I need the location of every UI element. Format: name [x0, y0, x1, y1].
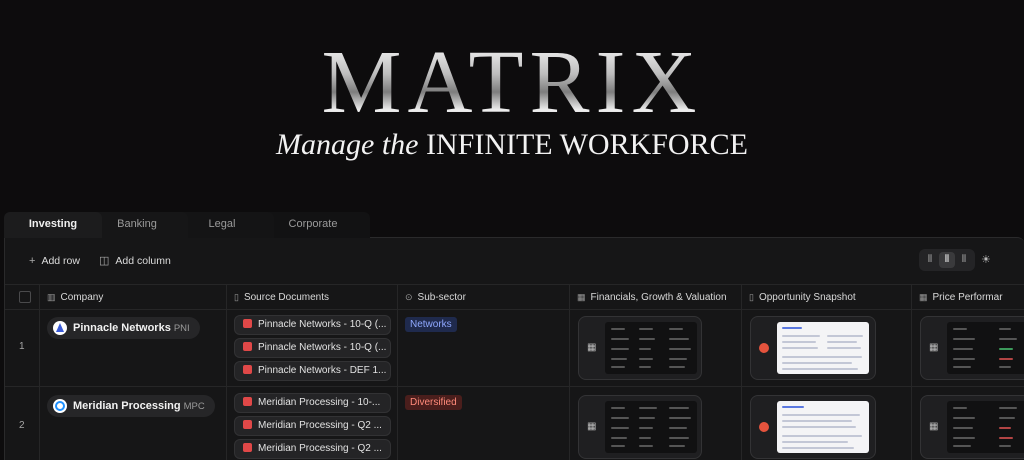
- toolbar: + Add row ◫ Add column ⫴ ⫴ ⫴ ☀: [5, 238, 1024, 284]
- pdf-icon: [243, 397, 252, 406]
- row-number: 2: [19, 420, 25, 431]
- document-icon: ▯: [749, 292, 754, 302]
- column-label: Source Documents: [243, 292, 329, 303]
- select-all-checkbox[interactable]: [19, 291, 31, 303]
- opportunity-snapshot-preview[interactable]: [750, 316, 876, 380]
- document-name: Meridian Processing - Q2 ...: [258, 443, 382, 454]
- document-name: Pinnacle Networks - 10-Q (...: [258, 319, 387, 330]
- table-icon: ▦: [929, 421, 939, 432]
- company-name: Meridian Processing: [73, 400, 181, 412]
- source-document-chip[interactable]: Meridian Processing - Q2 ...: [234, 439, 391, 459]
- snapshot-avatar-icon: [759, 343, 769, 353]
- table-row[interactable]: 1 Pinnacle Networks PNI Pinnacle Networks…: [5, 308, 1024, 387]
- mini-document: [777, 401, 869, 453]
- add-column-button[interactable]: ◫ Add column: [99, 253, 171, 269]
- document-icon: ▯: [234, 292, 239, 302]
- plus-icon: +: [29, 255, 36, 267]
- company-chip[interactable]: Pinnacle Networks PNI: [47, 317, 200, 339]
- view-right-icon[interactable]: ⫴: [956, 252, 972, 268]
- table-icon: ▦: [919, 292, 928, 302]
- mini-document: [777, 322, 869, 374]
- meridian-logo-icon: [53, 399, 67, 413]
- hero-subtitle: Manage the INFINITE WORKFORCE: [0, 130, 1024, 160]
- sub-sector-tag[interactable]: Networks: [405, 317, 457, 332]
- sub-sector-tag[interactable]: Diversified: [405, 395, 462, 410]
- document-name: Meridian Processing - Q2 ...: [258, 420, 382, 431]
- column-header-source-documents[interactable]: ▯ Source Documents: [234, 285, 329, 309]
- mini-table: [947, 322, 1024, 374]
- pdf-icon: [243, 443, 252, 452]
- view-left-icon[interactable]: ⫴: [922, 252, 938, 268]
- document-name: Pinnacle Networks - DEF 1...: [258, 365, 387, 376]
- company-name: Pinnacle Networks: [73, 322, 171, 334]
- add-row-button[interactable]: + Add row: [29, 253, 80, 269]
- building-icon: ▥: [47, 292, 56, 302]
- pdf-icon: [243, 342, 252, 351]
- ticker: PNI: [173, 323, 190, 334]
- document-name: Pinnacle Networks - 10-Q (...: [258, 342, 387, 353]
- matrix-panel: + Add row ◫ Add column ⫴ ⫴ ⫴ ☀ ▥ Company ▯ S…: [4, 237, 1024, 460]
- source-document-chip[interactable]: Pinnacle Networks - DEF 1...: [234, 361, 391, 381]
- source-document-chip[interactable]: Pinnacle Networks - 10-Q (...: [234, 315, 391, 335]
- column-header-opportunity-snapshot[interactable]: ▯ Opportunity Snapshot: [749, 285, 856, 309]
- column-label: Financials, Growth & Valuation: [590, 292, 727, 303]
- table-icon: ▦: [587, 342, 597, 353]
- theme-toggle-icon[interactable]: ☀: [981, 253, 991, 266]
- pdf-icon: [243, 420, 252, 429]
- column-label: Price Performar: [932, 292, 1003, 303]
- columns-icon: ◫: [99, 255, 110, 267]
- snapshot-avatar-icon: [759, 422, 769, 432]
- column-header-company[interactable]: ▥ Company: [47, 285, 103, 309]
- column-label: Sub-sector: [417, 292, 466, 303]
- source-document-chip[interactable]: Meridian Processing - Q2 ...: [234, 416, 391, 436]
- company-chip[interactable]: Meridian Processing MPC: [47, 395, 215, 417]
- table-icon: ▦: [577, 292, 586, 302]
- column-label: Opportunity Snapshot: [758, 292, 856, 303]
- source-document-chip[interactable]: Pinnacle Networks - 10-Q (...: [234, 338, 391, 358]
- header-row: ▥ Company ▯ Source Documents ⊙ Sub-sector ▦…: [5, 284, 1024, 310]
- add-row-label: Add row: [41, 255, 80, 267]
- view-toggle-group: ⫴ ⫴ ⫴: [919, 249, 975, 271]
- row-number: 1: [19, 341, 25, 352]
- mini-table: [605, 322, 697, 374]
- source-document-chip[interactable]: Meridian Processing - 10-...: [234, 393, 391, 413]
- add-column-label: Add column: [115, 255, 171, 267]
- hero-subtitle-caps: INFINITE WORKFORCE: [426, 128, 748, 161]
- tab-investing[interactable]: Investing: [4, 212, 102, 238]
- document-name: Meridian Processing - 10-...: [258, 397, 381, 408]
- table-icon: ▦: [587, 421, 597, 432]
- pdf-icon: [243, 365, 252, 374]
- view-center-icon[interactable]: ⫴: [939, 252, 955, 268]
- financials-table-preview[interactable]: ▦: [578, 316, 702, 380]
- pdf-icon: [243, 319, 252, 328]
- mini-table: [947, 401, 1024, 453]
- financials-table-preview[interactable]: ▦: [578, 395, 702, 459]
- table-icon: ▦: [929, 342, 939, 353]
- pinnacle-logo-icon: [53, 321, 67, 335]
- ticker: MPC: [183, 401, 205, 412]
- opportunity-snapshot-preview[interactable]: [750, 395, 876, 459]
- column-header-financials[interactable]: ▦ Financials, Growth & Valuation: [577, 285, 727, 309]
- hero-banner: MATRIX Manage the INFINITE WORKFORCE: [0, 0, 1024, 210]
- column-header-sub-sector[interactable]: ⊙ Sub-sector: [405, 285, 466, 309]
- data-grid: ▥ Company ▯ Source Documents ⊙ Sub-sector ▦…: [5, 284, 1024, 460]
- price-performance-preview[interactable]: ▦: [920, 316, 1024, 380]
- hero-title: MATRIX: [0, 38, 1024, 128]
- column-label: Company: [60, 292, 104, 303]
- workspace-tabs: Investing Banking Legal Corporate: [0, 212, 400, 238]
- price-performance-preview[interactable]: ▦: [920, 395, 1024, 459]
- circle-chevron-icon: ⊙: [405, 292, 413, 302]
- hero-subtitle-italic: Manage the: [276, 128, 419, 161]
- table-row[interactable]: 2 Meridian Processing MPC Meridian Proces…: [5, 387, 1024, 460]
- column-header-price-performance[interactable]: ▦ Price Performar: [919, 285, 1003, 309]
- mini-table: [605, 401, 697, 453]
